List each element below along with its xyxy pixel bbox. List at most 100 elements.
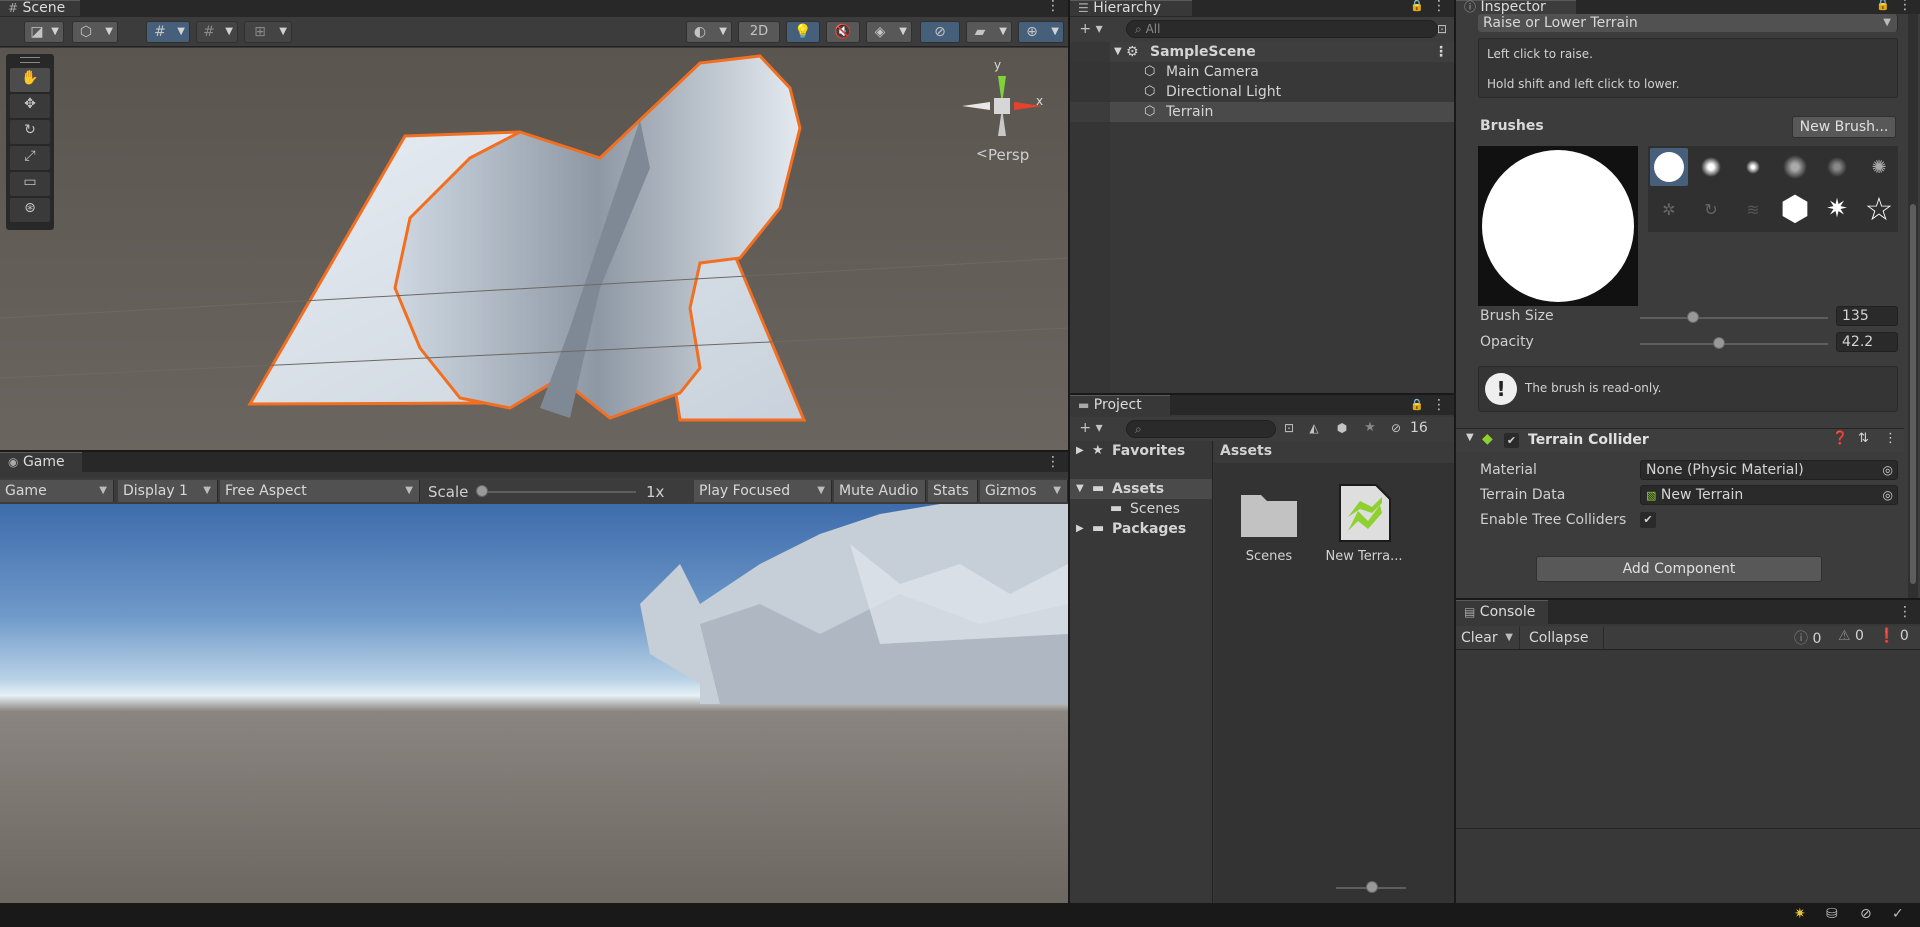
expand-arrow-icon[interactable]: ▶	[1076, 519, 1084, 539]
scene-menu-icon[interactable]: ⋮	[1046, 0, 1060, 16]
render-mode-dropdown[interactable]: ◐ ▼	[686, 21, 732, 43]
audio-toggle-button[interactable]: 🔇	[826, 21, 860, 43]
hierarchy-item[interactable]: ⬡ Directional Light	[1070, 82, 1454, 102]
transform-tool-icon[interactable]: ⊛	[10, 198, 50, 222]
expand-arrow-icon[interactable]: ▼	[1114, 42, 1122, 62]
opacity-slider-knob[interactable]	[1712, 337, 1725, 349]
scale-tool-icon[interactable]: ⤢	[10, 146, 50, 170]
asset-tile[interactable]: New Terra...	[1324, 481, 1404, 571]
move-tool-icon[interactable]: ✥	[10, 94, 50, 118]
material-object-field[interactable]: None (Physic Material) ◎	[1640, 460, 1898, 480]
debug-mode-icon[interactable]: ⊘	[1860, 906, 1872, 922]
increment-snap-button[interactable]: # ▼	[196, 21, 238, 43]
lighting-toggle-button[interactable]: 💡	[786, 21, 820, 43]
lock-icon[interactable]: 🔒	[1876, 0, 1890, 15]
new-brush-button[interactable]: New Brush...	[1792, 116, 1896, 138]
object-picker-icon[interactable]: ◎	[1883, 461, 1893, 479]
cache-server-icon[interactable]: ⛁	[1826, 906, 1838, 922]
hierarchy-search-input[interactable]: ⌕ All	[1126, 20, 1438, 38]
search-settings-icon[interactable]: ⊡	[1280, 418, 1298, 438]
project-menu-icon[interactable]: ⋮	[1432, 395, 1446, 415]
brush-size-input[interactable]: 135	[1836, 306, 1898, 326]
favorite-star-icon[interactable]: ★	[1360, 418, 1380, 438]
brush-swatch[interactable]: ☆	[1860, 190, 1898, 228]
brush-swatch[interactable]: ✷	[1818, 190, 1856, 228]
scrollbar-thumb[interactable]	[1910, 204, 1916, 584]
component-menu-icon[interactable]: ⋮	[1884, 431, 1897, 446]
tree-packages[interactable]: ▶ ▬ Packages	[1070, 519, 1212, 539]
add-component-button[interactable]: Add Component	[1536, 556, 1822, 582]
filter-type-icon[interactable]: ◭	[1304, 418, 1324, 438]
scene-visibility-button[interactable]: ⊘	[920, 21, 960, 43]
hierarchy-menu-icon[interactable]: ⋮	[1432, 0, 1446, 16]
persp-label[interactable]: Persp	[988, 146, 1029, 164]
collapse-button[interactable]: Collapse	[1524, 627, 1604, 649]
brush-swatch[interactable]: ↻	[1692, 190, 1730, 228]
breadcrumb[interactable]: Assets	[1220, 443, 1272, 459]
stats-button[interactable]: Stats	[928, 480, 978, 502]
console-log-list[interactable]	[1456, 652, 1920, 828]
check-circle-icon[interactable]: ✓	[1892, 906, 1904, 922]
hierarchy-item-selected[interactable]: ⬡ Terrain	[1070, 102, 1454, 122]
scene-viewport[interactable]: ✋ ✥ ↻ ⤢ ▭ ⊛ y x Persp <	[0, 48, 1068, 450]
gizmos-game-dropdown[interactable]: Gizmos ▼	[980, 480, 1068, 502]
effects-dropdown[interactable]: ◈ ▼	[866, 21, 912, 43]
camera-dropdown[interactable]: ▰ ▼	[966, 21, 1012, 43]
game-tab[interactable]: ◉ Game	[0, 452, 82, 472]
progress-sparkle-icon[interactable]: ✷	[1794, 906, 1806, 922]
brush-swatch[interactable]: ✺	[1860, 148, 1898, 186]
brush-swatch[interactable]	[1692, 148, 1730, 186]
opacity-slider-track[interactable]	[1640, 343, 1828, 345]
inspector-scrollbar[interactable]	[1908, 14, 1918, 598]
gizmos-dropdown[interactable]: ⊕ ▼	[1018, 21, 1064, 43]
icon-size-slider-knob[interactable]	[1366, 881, 1378, 893]
display-dropdown[interactable]: Display 1 ▼	[118, 480, 218, 502]
grid-snap-button[interactable]: # ▼	[146, 21, 190, 43]
scene-row-menu-icon[interactable]: ⋮	[1434, 42, 1448, 62]
inspector-tab[interactable]: ⓘ Inspector	[1456, 0, 1576, 14]
project-tab[interactable]: ▬ Project	[1070, 395, 1170, 415]
brush-swatch[interactable]	[1776, 148, 1814, 186]
opacity-input[interactable]: 42.2	[1836, 332, 1898, 352]
lock-icon[interactable]: 🔒	[1410, 0, 1424, 16]
tree-assets[interactable]: ▼ ▬ Assets	[1070, 479, 1212, 499]
hierarchy-scene-row[interactable]: ▼ ⚙ SampleScene ⋮	[1070, 42, 1454, 62]
tree-scenes[interactable]: ▬ Scenes	[1070, 499, 1212, 519]
brush-swatch[interactable]: ⬢	[1776, 189, 1814, 229]
game-viewport[interactable]	[0, 504, 1068, 903]
hierarchy-tab[interactable]: ☰ Hierarchy	[1070, 0, 1192, 16]
tree-favorites[interactable]: ▶ ★ Favorites	[1070, 441, 1212, 461]
game-view-dropdown[interactable]: Game ▼	[0, 480, 114, 502]
game-menu-icon[interactable]: ⋮	[1046, 452, 1060, 472]
draw-mode-dropdown[interactable]: ◪ ▼	[24, 21, 64, 43]
terrain-data-object-field[interactable]: ▧ New Terrain ◎	[1640, 485, 1898, 505]
project-search-input[interactable]: ⌕	[1126, 420, 1276, 438]
brush-size-slider-track[interactable]	[1640, 317, 1828, 319]
hidden-packages-icon[interactable]: ⊘	[1386, 418, 1406, 438]
mute-audio-button[interactable]: Mute Audio	[834, 480, 926, 502]
palette-grip-icon[interactable]	[20, 57, 40, 63]
error-count-toggle[interactable]: ❗ 0	[1878, 628, 1918, 648]
orientation-gizmo[interactable]: y x Persp <	[956, 58, 1046, 164]
asset-tile[interactable]: Scenes	[1234, 481, 1304, 571]
brush-swatch[interactable]	[1818, 148, 1856, 186]
collider-enabled-checkbox[interactable]: ✔	[1504, 433, 1519, 448]
toggle-2d-button[interactable]: 2D	[738, 21, 780, 43]
scale-slider-track[interactable]	[480, 491, 636, 493]
expand-arrow-icon[interactable]: ▶	[1076, 441, 1084, 461]
search-settings-icon[interactable]: ⊡	[1432, 19, 1452, 39]
play-mode-dropdown[interactable]: Play Focused ▼	[694, 480, 832, 502]
rect-tool-icon[interactable]: ▭	[10, 172, 50, 196]
lock-icon[interactable]: 🔒	[1410, 395, 1424, 415]
expand-arrow-icon[interactable]: ▼	[1466, 432, 1474, 443]
console-menu-icon[interactable]: ⋮	[1898, 602, 1912, 622]
rotate-tool-icon[interactable]: ↻	[10, 120, 50, 144]
help-question-icon[interactable]: ❓	[1832, 431, 1848, 446]
filter-label-icon[interactable]: ⬢	[1332, 418, 1352, 438]
log-count-toggle[interactable]: ⓘ 0	[1794, 628, 1836, 648]
add-object-button[interactable]: + ▾	[1076, 19, 1106, 39]
preset-sliders-icon[interactable]: ⇅	[1858, 431, 1869, 446]
inspector-menu-icon[interactable]: ⋮	[1898, 0, 1912, 15]
create-asset-button[interactable]: + ▾	[1076, 418, 1106, 438]
brush-size-slider-knob[interactable]	[1686, 311, 1699, 323]
